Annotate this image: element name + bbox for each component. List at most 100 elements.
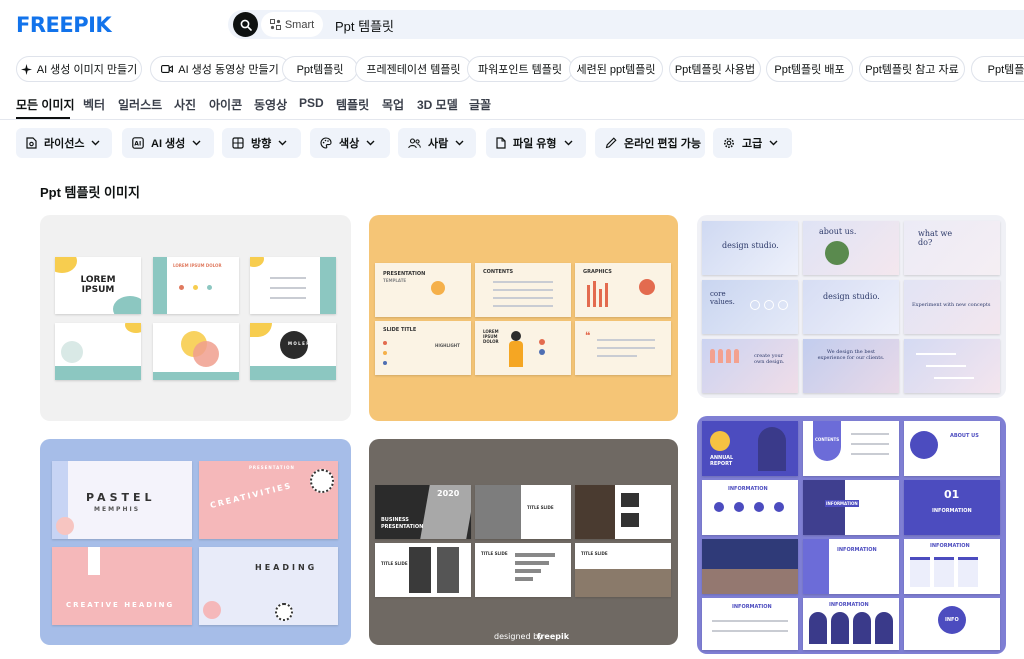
section-title: Ppt 템플릿 이미지 — [40, 185, 140, 200]
slide-thumbnail: INFORMATION — [803, 539, 899, 594]
slide-thumbnail: PRESENTATION TEMPLATE — [375, 263, 471, 317]
slide-thumbnail: what we do? — [904, 221, 1000, 275]
chevron-down-icon — [769, 140, 778, 146]
slide-thumbnail: design studio. — [702, 221, 798, 275]
filter-license[interactable]: 라이선스 — [16, 128, 112, 158]
svg-text:AI: AI — [134, 141, 141, 148]
slide-thumbnail: CONTENTS — [803, 421, 899, 476]
slide-thumbnail: INFORMATION — [803, 598, 899, 650]
tab-psd[interactable]: PSD — [299, 96, 324, 110]
tab-all-images[interactable]: 모든 이미지 — [16, 96, 75, 113]
freepik-logo[interactable]: FREEPIK — [16, 13, 112, 37]
template-card-lorem-ipsum[interactable]: LOREM IPSUM LOREM IPSUM DOLOR M O L E R — [40, 215, 351, 421]
slide-thumbnail: design studio. — [803, 280, 899, 334]
slide-thumbnail: PRESENTATION CREATIVITIES — [199, 461, 338, 539]
slide-thumbnail: INFORMATION — [803, 480, 899, 535]
template-card-presentation-orange[interactable]: PRESENTATION TEMPLATE CONTENTS GRAPHICS … — [369, 215, 678, 421]
gear-icon — [724, 138, 734, 148]
slide-thumbnail: SLIDE TITLE HIGHLIGHT — [375, 321, 471, 375]
ai-icon: AI — [132, 137, 144, 149]
file-icon — [496, 137, 506, 149]
chevron-down-icon — [564, 140, 573, 146]
slide-thumbnail — [55, 323, 141, 380]
filter-file-type[interactable]: 파일 유형 — [486, 128, 586, 158]
search-icon — [240, 19, 252, 31]
slide-thumbnail: M O L E R — [250, 323, 336, 380]
tab-mockups[interactable]: 목업 — [382, 96, 404, 113]
designed-by-label: designed by — [494, 632, 543, 641]
people-icon — [408, 137, 421, 148]
slide-thumbnail: LOREM IPSUM DOLOR — [475, 321, 571, 375]
slide-thumbnail: GRAPHICS — [575, 263, 671, 317]
slide-thumbnail — [250, 257, 336, 314]
chip-presentation-template[interactable]: 프레젠테이션 템플릿 — [355, 56, 472, 82]
chip-ppt-reference[interactable]: Ppt템플릿 참고 자료 — [859, 56, 965, 82]
filter-ai-generated[interactable]: AI AI 생성 — [122, 128, 214, 158]
slide-thumbnail: core values. — [702, 280, 798, 334]
smart-label: Smart — [284, 18, 315, 31]
tab-videos[interactable]: 동영상 — [254, 96, 287, 113]
tab-fonts[interactable]: 글꼴 — [469, 96, 491, 113]
chip-ai-image[interactable]: AI 생성 이미지 만들기 — [16, 56, 142, 82]
search-input[interactable]: Ppt 템플릿 — [335, 16, 394, 35]
slide-thumbnail: TITLE SLIDE — [475, 485, 571, 539]
slide-thumbnail: create your own design. — [702, 339, 798, 393]
chip-powerpoint-template[interactable]: 파워포인트 템플릿 — [467, 56, 573, 82]
chevron-down-icon — [455, 140, 464, 146]
filter-advanced[interactable]: 고급 — [713, 128, 792, 158]
slide-thumbnail — [904, 339, 1000, 393]
template-card-business-presentation[interactable]: BUSINESS PRESENTATION 2020 TITLE SLIDE T… — [369, 439, 678, 645]
filter-online-editable[interactable]: 온라인 편집 가능 — [595, 128, 705, 158]
template-card-design-studio[interactable]: design studio. about us. what we do? cor… — [697, 215, 1006, 398]
chip-ppt-howto[interactable]: Ppt템플릿 사용법 — [669, 56, 761, 82]
template-card-annual-report[interactable]: ANNUAL REPORT CONTENTS ABOUT US INFORMAT… — [697, 416, 1006, 654]
filter-orientation[interactable]: 방향 — [222, 128, 301, 158]
orientation-icon — [232, 137, 244, 149]
slide-thumbnail: TITLE SLIDE — [475, 543, 571, 597]
slide-thumbnail — [702, 539, 798, 594]
filter-people[interactable]: 사람 — [398, 128, 476, 158]
slide-thumbnail: TITLE SLIDE — [375, 543, 471, 597]
chevron-down-icon — [366, 140, 375, 146]
tab-photos[interactable]: 사진 — [174, 96, 196, 113]
slide-thumbnail: about us. — [803, 221, 899, 275]
slide-thumbnail: HEADING — [199, 547, 338, 625]
tab-3d-models[interactable]: 3D 모델 — [417, 96, 458, 113]
freepik-wordmark: freepik — [537, 632, 570, 641]
tab-templates[interactable]: 템플릿 — [336, 96, 369, 113]
slide-thumbnail: We design the best experience for our cl… — [803, 339, 899, 393]
slide-thumbnail: ❝ — [575, 321, 671, 375]
chip-ai-video[interactable]: AI 생성 동영상 만들기 — [150, 56, 290, 82]
slide-thumbnail: INFORMATION — [904, 539, 1000, 594]
slide-thumbnail: INFORMATION — [702, 598, 798, 650]
suggestion-chips: AI 생성 이미지 만들기 AI 생성 동영상 만들기 Ppt템플릿 프레젠테이… — [16, 56, 1024, 82]
chip-ppt-template[interactable]: Ppt템플릿 — [282, 56, 358, 82]
video-icon — [161, 65, 174, 73]
sparkle-icon — [20, 63, 32, 75]
tab-vectors[interactable]: 벡터 — [83, 96, 105, 113]
chevron-down-icon — [278, 140, 287, 146]
top-header: FREEPIK Smart Ppt 템플릿 — [0, 0, 1024, 50]
slide-thumbnail: LOREM IPSUM — [55, 257, 141, 314]
filter-color[interactable]: 색상 — [310, 128, 390, 158]
tab-illustrations[interactable]: 일러스트 — [118, 96, 162, 113]
template-card-pastel-memphis[interactable]: PASTEL MEMPHIS PRESENTATION CREATIVITIES… — [40, 439, 351, 645]
slide-thumbnail: CONTENTS — [475, 263, 571, 317]
slide-thumbnail: TITLE SLIDE — [575, 543, 671, 597]
slide-thumbnail: 01 INFORMATION — [904, 480, 1000, 535]
slide-thumbnail: Experiment with new concepts — [904, 280, 1000, 334]
chip-stylish-ppt[interactable]: 세련된 ppt템플릿 — [569, 56, 663, 82]
search-button[interactable] — [233, 12, 258, 37]
palette-icon — [320, 137, 332, 149]
slide-thumbnail: ANNUAL REPORT — [702, 421, 798, 476]
chip-ppt-more[interactable]: Ppt템플 — [971, 56, 1024, 82]
slide-thumbnail: LOREM IPSUM DOLOR — [153, 257, 239, 314]
license-icon — [26, 137, 37, 149]
chip-ppt-distribution[interactable]: Ppt템플릿 배포 — [766, 56, 853, 82]
smart-icon — [269, 19, 281, 30]
pen-icon — [605, 137, 617, 149]
smart-search-toggle[interactable]: Smart — [261, 12, 323, 37]
slide-thumbnail: CREATIVE HEADING — [52, 547, 192, 625]
slide-thumbnail: ABOUT US — [904, 421, 1000, 476]
tab-icons[interactable]: 아이콘 — [209, 96, 242, 113]
